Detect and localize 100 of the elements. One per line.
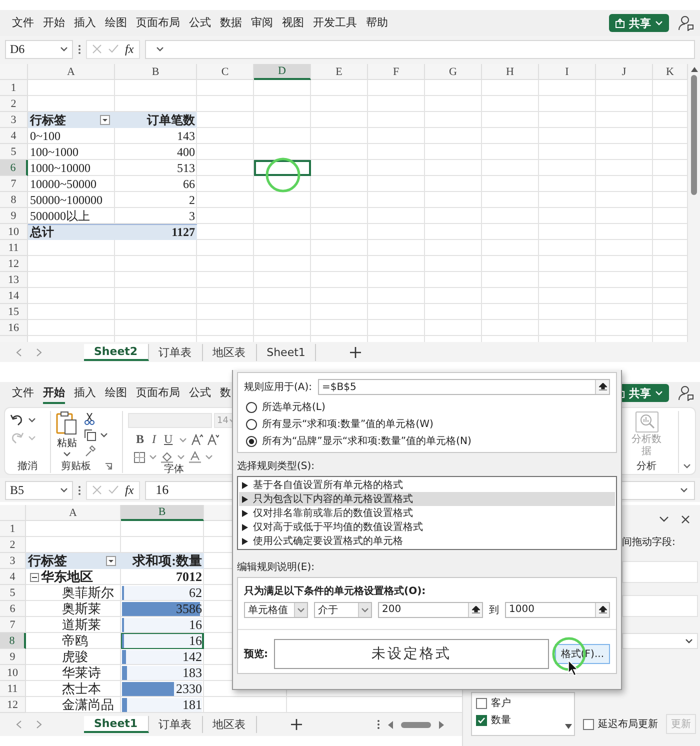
column-header[interactable]: B [121,505,204,521]
comment-icon[interactable] [678,385,694,401]
row-header[interactable]: 12 [0,256,28,272]
add-sheet-icon[interactable] [350,346,362,358]
checkbox[interactable] [583,718,594,730]
collapse-dialog-button[interactable] [595,602,609,616]
format-painter-icon[interactable] [84,445,96,457]
sheet-tab[interactable]: 地区表 [202,344,257,360]
formula-input[interactable] [144,40,695,58]
list-item[interactable]: 只为包含以下内容的单元格设置格式 [239,492,615,506]
list-item[interactable]: 仅对高于或低于平均值的数值设置格式 [239,520,615,534]
fill-color-icon[interactable] [161,451,173,463]
sheet-tab[interactable]: Sheet2 [84,344,149,360]
menu-tab[interactable]: 视图 [282,12,304,34]
radio-button[interactable] [246,436,257,446]
row-header[interactable]: 7 [0,617,26,633]
filter-dropdown-icon[interactable] [106,556,116,566]
menu-tab[interactable]: 文件 [12,12,34,34]
selected-cell[interactable] [254,160,311,176]
radio-option[interactable]: 所选单元格(L) [244,400,610,414]
sheet-tab[interactable]: 订单表 [148,344,203,360]
column-header[interactable]: E [311,64,368,80]
sheet-tab[interactable]: 订单表 [148,716,203,733]
list-item[interactable]: 仅对排名靠前或靠后的数值设置格式 [239,506,615,520]
next-sheet-icon[interactable] [36,348,42,356]
border-icon[interactable] [134,452,145,462]
list-item[interactable]: 基于各自值设置所有单元格的格式 [239,478,615,492]
menu-tab[interactable]: 审阅 [251,12,273,34]
sheet-tab[interactable]: 地区表 [202,716,257,733]
row-header[interactable]: 4 [0,128,28,144]
menu-tab[interactable]: 开始 [43,12,65,34]
column-header[interactable]: F [368,64,425,80]
row-header[interactable]: 11 [0,240,28,256]
add-sheet-icon[interactable] [290,719,302,730]
dropdown[interactable]: 单元格值 [244,602,308,618]
row-header[interactable]: 5 [0,585,26,601]
range-field[interactable]: =$B$5 [318,379,610,395]
share-button[interactable]: 共享 [609,14,669,32]
checkbox[interactable] [476,714,487,726]
column-header[interactable]: H [482,64,539,80]
scroll-down-icon[interactable] [565,724,572,729]
menu-tab[interactable]: 文件 [12,382,34,404]
row-header[interactable]: 16 [0,320,28,336]
list-item[interactable]: 使用公式确定要设置格式的单元格 [239,534,615,548]
copy-icon[interactable] [84,429,96,441]
row-header[interactable]: 1 [0,80,28,96]
insert-function-button[interactable]: fx [125,42,134,56]
italic-button[interactable]: I [150,432,158,447]
row-header[interactable]: 12 [0,697,26,713]
row-header[interactable]: 2 [0,96,28,112]
row-header[interactable]: 6 [0,601,26,617]
menu-tab[interactable]: 公式 [189,12,211,34]
column-header[interactable]: A [26,505,121,521]
input-field[interactable]: 1000 [505,602,610,618]
field-area[interactable] [622,561,698,583]
decrease-font-icon[interactable] [206,434,219,445]
bold-button[interactable]: B [134,432,146,447]
menu-tab[interactable]: 开发工具 [313,12,357,34]
column-header[interactable]: B [115,64,197,80]
name-box[interactable]: B5 [5,480,73,500]
field-checkbox[interactable]: 客户 [476,696,570,710]
column-header[interactable]: K [653,64,688,80]
row-header[interactable]: 8 [0,192,28,208]
close-icon[interactable] [681,514,690,524]
collapse-dialog-button[interactable] [468,602,482,616]
row-header[interactable]: 1 [0,521,26,537]
scrollbar-thumb[interactable] [691,75,697,195]
field-checkbox[interactable]: 数量 [476,713,570,727]
column-header[interactable]: G [425,64,482,80]
font-color-icon[interactable] [189,451,201,463]
cut-icon[interactable] [84,413,95,425]
collapse-dialog-button[interactable] [595,380,609,394]
row-header[interactable]: 5 [0,144,28,160]
input-field[interactable]: 200 [378,602,483,618]
row-header[interactable]: 9 [0,208,28,224]
row-header[interactable]: 11 [0,681,26,697]
undo-icon[interactable] [10,413,24,426]
menu-tab[interactable]: 页面布局 [136,382,180,404]
row-header[interactable]: 13 [0,272,28,288]
row-header[interactable]: 3 [0,553,26,569]
column-header[interactable]: I [539,64,596,80]
column-header[interactable]: D [254,64,311,80]
menu-tab[interactable]: 数据 [220,12,242,34]
column-header[interactable]: A [28,64,115,80]
dialog-launcher-icon[interactable] [105,463,112,470]
check-icon[interactable] [108,485,119,495]
row-header[interactable]: 2 [0,537,26,553]
comment-icon[interactable] [678,15,694,31]
selected-cell[interactable]: 16 [121,633,204,649]
collapse-icon[interactable] [30,572,39,582]
row-header[interactable]: 10 [0,665,26,681]
row-header[interactable]: 15 [0,304,28,320]
radio-option[interactable]: 所有显示“求和项:数量”值的单元格(W) [244,417,610,431]
menu-tab[interactable]: 数 [220,382,231,404]
row-header[interactable]: 14 [0,288,28,304]
menu-tab[interactable]: 公式 [189,382,211,404]
name-box[interactable]: D6 [5,40,73,58]
row-header[interactable]: 7 [0,176,28,192]
radio-button[interactable] [246,418,257,430]
sheet-tab[interactable]: Sheet1 [256,344,316,360]
